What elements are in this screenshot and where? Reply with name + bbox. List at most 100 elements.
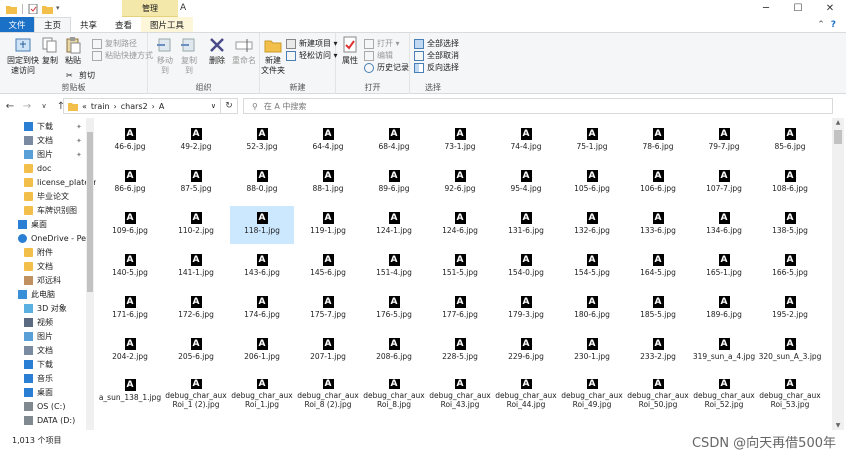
file-item[interactable]: A 145-6.jpg: [296, 248, 360, 286]
nav-item[interactable]: 图片: [0, 330, 53, 343]
file-item[interactable]: A 64-4.jpg: [296, 122, 360, 160]
scroll-up-icon[interactable]: ▲: [832, 119, 844, 126]
file-item[interactable]: Adebug_char_auxRoi_52.jpg: [692, 373, 756, 409]
file-item[interactable]: A 174-6.jpg: [230, 290, 294, 328]
file-item[interactable]: A 46-6.jpg: [98, 122, 162, 160]
new-folder-icon[interactable]: [42, 4, 53, 14]
file-item[interactable]: A 164-5.jpg: [626, 248, 690, 286]
file-item[interactable]: A 89-6.jpg: [362, 164, 426, 202]
breadcrumb-chars2[interactable]: chars2: [121, 102, 148, 111]
file-item[interactable]: A 189-6.jpg: [692, 290, 756, 328]
file-item[interactable]: A 229-6.jpg: [494, 332, 558, 370]
file-item[interactable]: A 165-1.jpg: [692, 248, 756, 286]
file-item[interactable]: A 87-5.jpg: [164, 164, 228, 202]
file-item[interactable]: Adebug_char_auxRoi_49.jpg: [560, 373, 624, 409]
file-item[interactable]: A 319_sun_a_4.jpg: [692, 332, 756, 370]
file-item[interactable]: A 131-6.jpg: [494, 206, 558, 244]
file-item[interactable]: Adebug_char_auxRoi_50.jpg: [626, 373, 690, 409]
file-list-scrollbar[interactable]: ▲ ▼: [832, 118, 844, 430]
minimize-button[interactable]: ─: [750, 0, 782, 17]
pin-icon[interactable]: ✦: [76, 137, 82, 145]
file-item[interactable]: Adebug_char_auxRoi_1 (2).jpg: [164, 373, 228, 409]
file-item[interactable]: A 228-5.jpg: [428, 332, 492, 370]
nav-item[interactable]: 文档: [0, 344, 53, 357]
file-item[interactable]: A 141-1.jpg: [164, 248, 228, 286]
file-item[interactable]: A 154-5.jpg: [560, 248, 624, 286]
file-item[interactable]: A 85-6.jpg: [758, 122, 822, 160]
back-icon[interactable]: ←: [3, 101, 17, 112]
invert-selection-button[interactable]: 反向选择: [414, 62, 459, 73]
file-item[interactable]: A 108-6.jpg: [758, 164, 822, 202]
file-item[interactable]: A 207-1.jpg: [296, 332, 360, 370]
properties-button[interactable]: 属性: [340, 36, 360, 66]
file-item[interactable]: A 132-6.jpg: [560, 206, 624, 244]
paste-shortcut-button[interactable]: 粘贴快捷方式: [92, 50, 153, 61]
file-item[interactable]: A 79-7.jpg: [692, 122, 756, 160]
nav-item[interactable]: DATA (D:): [0, 414, 75, 427]
nav-item[interactable]: doc: [0, 162, 51, 175]
properties-icon[interactable]: [28, 3, 39, 14]
file-item[interactable]: A 180-6.jpg: [560, 290, 624, 328]
file-item[interactable]: A 208-6.jpg: [362, 332, 426, 370]
history-button[interactable]: 历史记录: [364, 62, 409, 73]
copy-button[interactable]: 复制: [40, 36, 60, 66]
nav-item[interactable]: 视频: [0, 316, 53, 329]
open-button[interactable]: 打开 ▾: [364, 38, 400, 49]
breadcrumb-overflow[interactable]: «: [82, 102, 87, 111]
file-item[interactable]: A 68-4.jpg: [362, 122, 426, 160]
nav-item[interactable]: OS (C:): [0, 400, 65, 413]
move-to-button[interactable]: 移动到: [154, 36, 176, 76]
nav-pane-scrollbar[interactable]: [86, 118, 94, 430]
file-item[interactable]: Adebug_char_auxRoi_8 (2).jpg: [296, 373, 360, 409]
file-item[interactable]: A 233-2.jpg: [626, 332, 690, 370]
file-item[interactable]: A 124-6.jpg: [428, 206, 492, 244]
file-item[interactable]: A 320_sun_A_3.jpg: [758, 332, 822, 370]
file-item[interactable]: A 151-4.jpg: [362, 248, 426, 286]
file-item[interactable]: Aa_sun_138_1.jpg: [98, 373, 162, 409]
file-item[interactable]: A 134-6.jpg: [692, 206, 756, 244]
select-all-button[interactable]: 全部选择: [414, 38, 459, 49]
nav-item[interactable]: 此电脑: [0, 288, 55, 301]
nav-item[interactable]: 毕业论文: [0, 190, 69, 203]
nav-item[interactable]: 桌面: [0, 386, 53, 399]
file-item[interactable]: A 88-0.jpg: [230, 164, 294, 202]
breadcrumb-a[interactable]: A: [159, 102, 164, 111]
file-item[interactable]: A 75-1.jpg: [560, 122, 624, 160]
file-item[interactable]: A 110-2.jpg: [164, 206, 228, 244]
file-item[interactable]: A 176-5.jpg: [362, 290, 426, 328]
rename-button[interactable]: 重命名: [232, 36, 256, 66]
file-item[interactable]: A 49-2.jpg: [164, 122, 228, 160]
file-item[interactable]: A 143-6.jpg: [230, 248, 294, 286]
nav-item[interactable]: 图片 ✦: [0, 148, 82, 161]
nav-item[interactable]: 附件: [0, 246, 53, 259]
nav-item[interactable]: 邓远科: [0, 274, 61, 287]
copy-path-button[interactable]: 复制路径: [92, 38, 137, 49]
file-item[interactable]: A 206-1.jpg: [230, 332, 294, 370]
file-item[interactable]: A 119-1.jpg: [296, 206, 360, 244]
nav-item[interactable]: 3D 对象: [0, 302, 67, 315]
select-none-button[interactable]: 全部取消: [414, 50, 459, 61]
easy-access-button[interactable]: 轻松访问 ▾: [286, 50, 338, 61]
file-item[interactable]: Adebug_char_auxRoi_43.jpg: [428, 373, 492, 409]
file-item[interactable]: A 154-0.jpg: [494, 248, 558, 286]
file-item[interactable]: A 88-1.jpg: [296, 164, 360, 202]
file-item[interactable]: A 118-1.jpg: [230, 206, 294, 244]
context-tab-manage[interactable]: 管理: [122, 0, 178, 17]
pin-icon[interactable]: ✦: [76, 123, 82, 131]
file-item[interactable]: Adebug_char_auxRoi_8.jpg: [362, 373, 426, 409]
pin-quick-access-button[interactable]: 固定到快 速访问: [6, 36, 40, 76]
file-item[interactable]: A 185-5.jpg: [626, 290, 690, 328]
file-item[interactable]: A 177-6.jpg: [428, 290, 492, 328]
edit-button[interactable]: 编辑: [364, 50, 393, 61]
close-button[interactable]: ✕: [814, 0, 846, 17]
recent-locations-icon[interactable]: ∨: [37, 102, 51, 110]
nav-item[interactable]: 文档 ✦: [0, 134, 82, 147]
tab-share[interactable]: 共享: [71, 17, 106, 32]
pin-icon[interactable]: ✦: [76, 151, 82, 159]
file-item[interactable]: A 105-6.jpg: [560, 164, 624, 202]
maximize-button[interactable]: ☐: [782, 0, 814, 17]
tab-view[interactable]: 查看: [106, 17, 141, 32]
nav-pane-scrollbar-thumb[interactable]: [87, 132, 93, 292]
cut-button[interactable]: ✂ 剪切: [66, 70, 95, 81]
help-icon[interactable]: ?: [831, 20, 836, 30]
